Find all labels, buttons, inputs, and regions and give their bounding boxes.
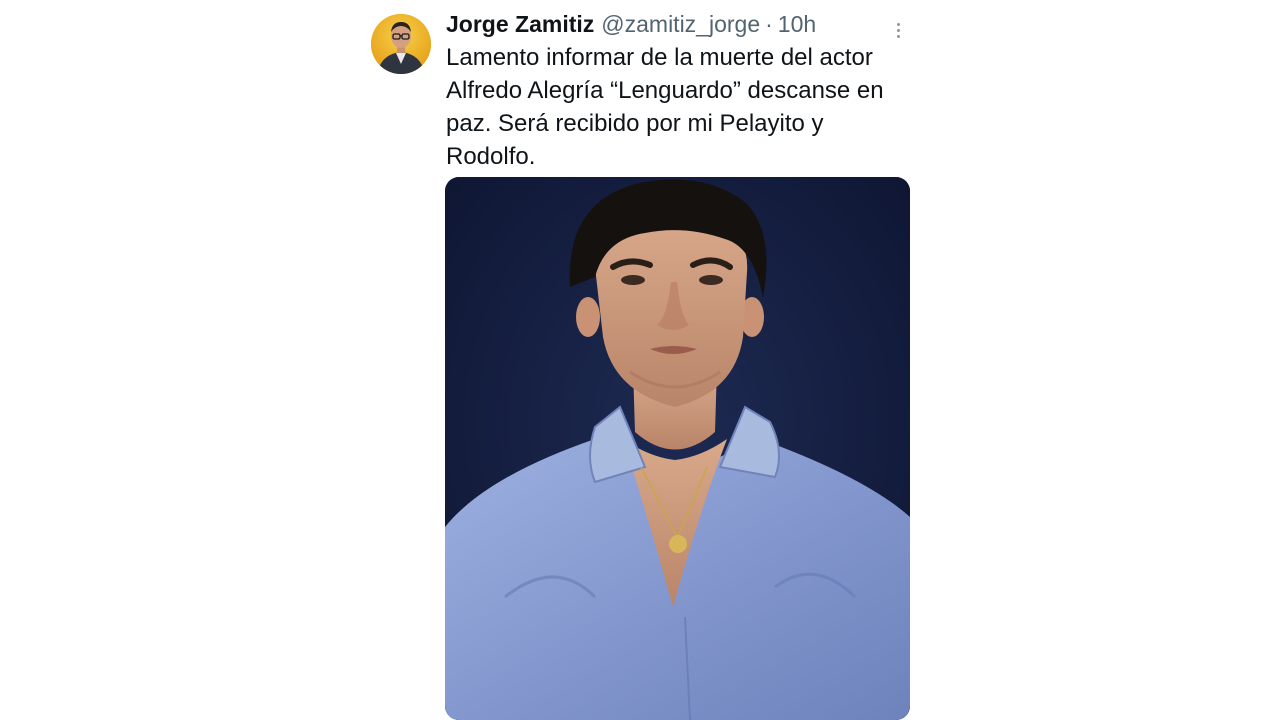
tweet-timestamp[interactable]: 10h — [778, 8, 816, 40]
more-options-icon[interactable] — [887, 16, 909, 44]
author-avatar[interactable] — [371, 14, 431, 74]
separator-dot: · — [765, 11, 773, 37]
portrait-photo — [445, 177, 910, 720]
more-dot — [896, 34, 900, 38]
tweet[interactable]: Jorge Zamitiz @zamitiz_jorge · 10h Lamen… — [369, 8, 914, 720]
tweet-photo[interactable] — [445, 177, 910, 720]
more-dot — [896, 28, 900, 32]
author-display-name[interactable]: Jorge Zamitiz — [446, 8, 594, 40]
tweet-text: Lamento informar de la muerte del actor … — [446, 44, 884, 170]
more-dot — [896, 22, 900, 26]
tweet-header: Jorge Zamitiz @zamitiz_jorge · 10h — [446, 8, 909, 40]
author-handle[interactable]: @zamitiz_jorge — [601, 8, 760, 40]
tweet-content: Jorge Zamitiz @zamitiz_jorge · 10h Lamen… — [446, 8, 909, 173]
